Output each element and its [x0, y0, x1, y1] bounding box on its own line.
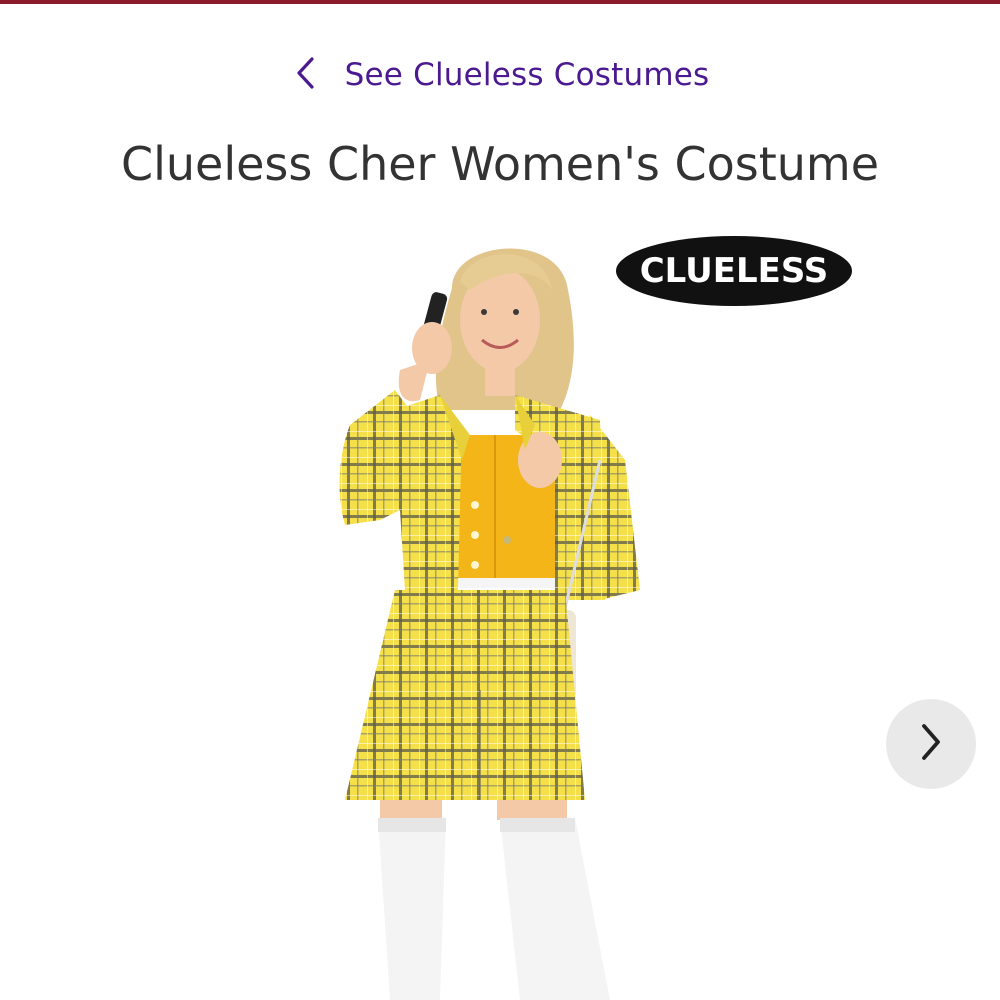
- back-link-label: See Clueless Costumes: [344, 57, 710, 93]
- product-image-gallery[interactable]: CLUELESS: [0, 220, 1000, 1000]
- product-photo: [339, 248, 640, 1000]
- chevron-right-icon: [914, 720, 948, 768]
- top-accent-bar: [0, 0, 1000, 4]
- product-title: Clueless Cher Women's Costume: [120, 137, 880, 191]
- next-image-button[interactable]: [886, 699, 976, 789]
- svg-text:CLUELESS: CLUELESS: [640, 251, 829, 291]
- brand-logo: CLUELESS: [614, 234, 854, 308]
- back-to-category-link[interactable]: See Clueless Costumes: [0, 50, 1000, 100]
- chevron-left-icon: [291, 53, 321, 97]
